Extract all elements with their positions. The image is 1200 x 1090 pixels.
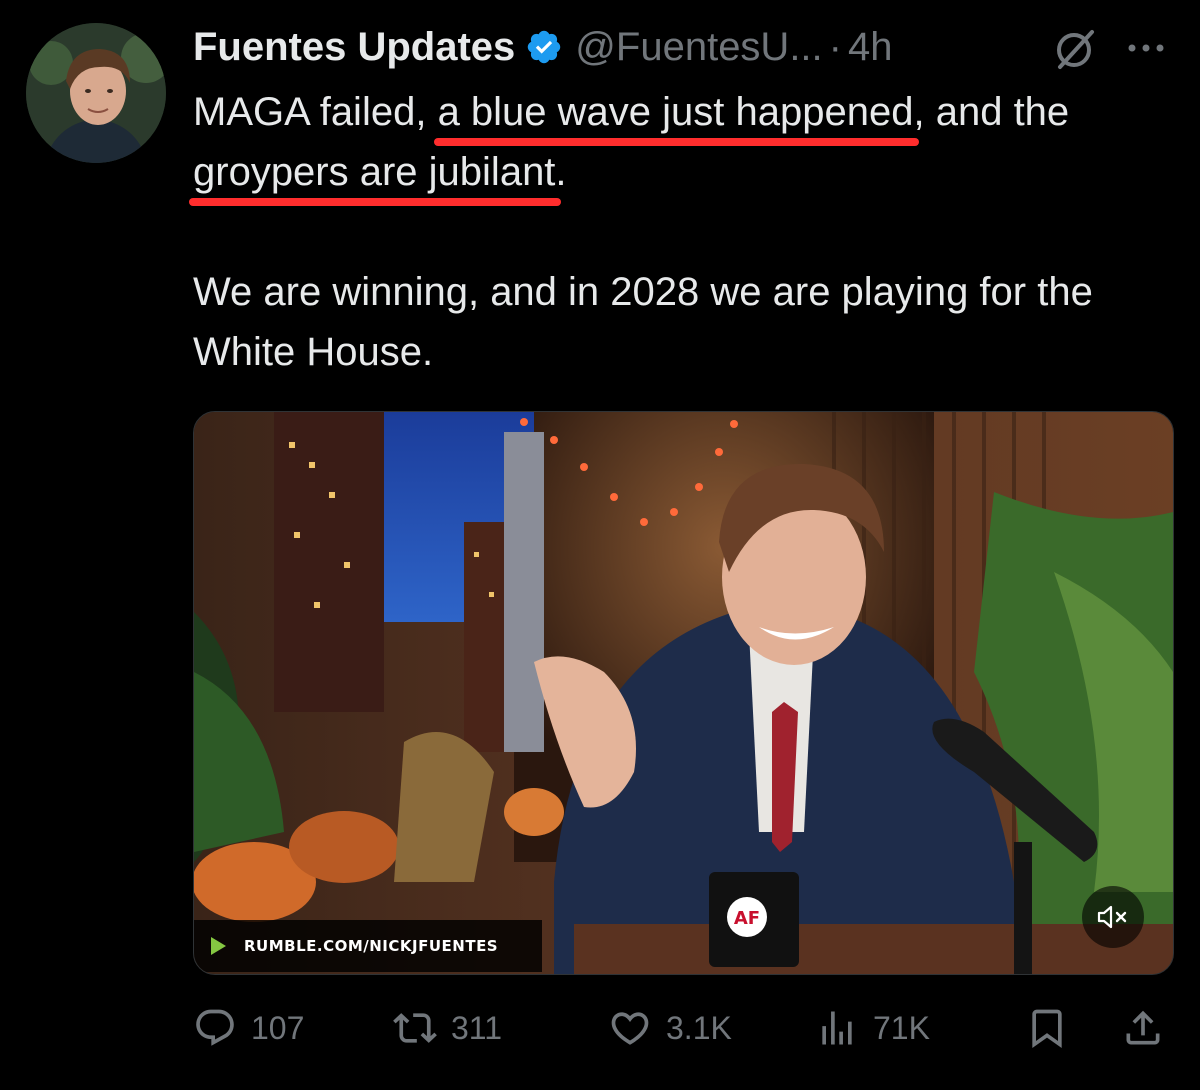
like-count: 3.1K (666, 1009, 732, 1046)
bookmark-icon (1032, 1009, 1062, 1049)
views-chart-icon (822, 1011, 852, 1045)
reply-icon (196, 1009, 234, 1046)
video-player[interactable]: AF RUMBLE.COM/NICKJFUENTES (193, 411, 1174, 975)
tweet-text: MAGA failed, a blue wave just happened, … (193, 82, 1183, 382)
repost-icon (393, 1013, 437, 1043)
reply-count: 107 (251, 1009, 305, 1046)
repost-count: 311 (451, 1009, 503, 1046)
author-handle[interactable]: @FuentesU... (575, 25, 822, 70)
views-button[interactable]: 71K (815, 1000, 930, 1056)
author-avatar[interactable] (26, 23, 166, 163)
more-options-icon[interactable] (1124, 30, 1168, 66)
tweet-paragraph-1: MAGA failed, a blue wave just happened, … (193, 90, 1070, 194)
tweet-timestamp[interactable]: 4h (848, 25, 893, 70)
rumble-watermark: RUMBLE.COM/NICKJFUENTES (194, 920, 542, 972)
author-name[interactable]: Fuentes Updates (193, 25, 515, 70)
video-frame: AF (194, 412, 1173, 974)
views-count: 71K (873, 1009, 930, 1046)
highlighted-phrase-groypers: groypers are jubilant (193, 150, 556, 194)
heart-icon (611, 1012, 649, 1045)
share-icon (1126, 1010, 1160, 1045)
tweet-paragraph-2: We are winning, and in 2028 we are playi… (193, 270, 1093, 374)
mute-button[interactable] (1082, 886, 1144, 948)
verified-badge-icon[interactable] (525, 28, 563, 66)
share-button[interactable] (1121, 1000, 1165, 1056)
rumble-logo-icon (211, 937, 226, 955)
bookmark-button[interactable] (1025, 1000, 1069, 1056)
watermark-text: RUMBLE.COM/NICKJFUENTES (244, 937, 499, 955)
mute-icon (1097, 905, 1127, 929)
grok-icon[interactable] (1052, 26, 1098, 72)
mug-logo: AF (734, 908, 760, 929)
like-button[interactable]: 3.1K (608, 1000, 732, 1056)
highlighted-phrase-blue-wave: a blue wave just happened (437, 90, 914, 134)
repost-button[interactable]: 311 (393, 1000, 502, 1056)
tweet-header: Fuentes Updates @FuentesU... · 4h (193, 20, 893, 74)
header-separator: · (828, 24, 842, 69)
tweet-actions: 107 311 3.1K 71K (193, 1000, 1173, 1056)
reply-button[interactable]: 107 (193, 1000, 304, 1056)
